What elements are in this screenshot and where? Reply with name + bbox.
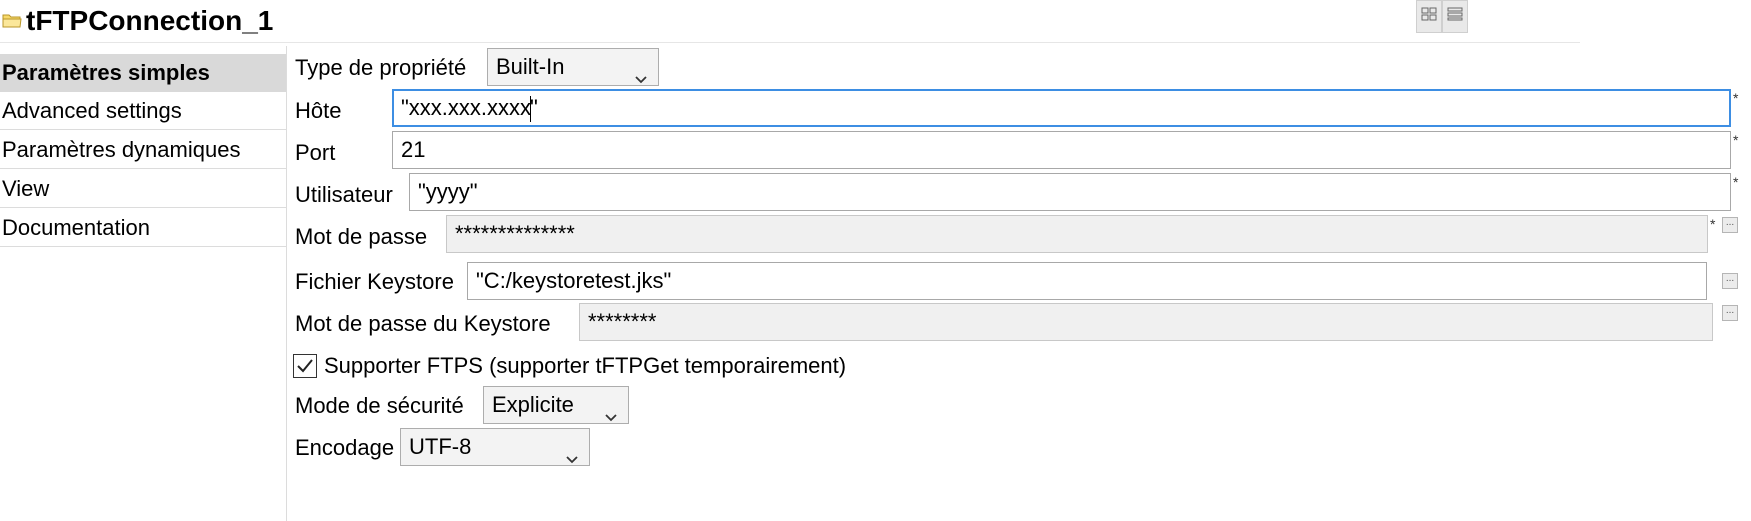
keystore-password-label: Mot de passe du Keystore	[295, 311, 551, 336]
keystore-file-browse-button[interactable]: ...	[1722, 273, 1738, 289]
port-label: Port	[295, 140, 336, 165]
encoding-label: Encodage	[295, 435, 395, 460]
keystore-password-browse-button[interactable]: ...	[1722, 305, 1738, 321]
required-mark: *	[1710, 216, 1716, 232]
security-mode-select[interactable]: Explicite	[483, 386, 629, 424]
host-value-part1: "xxx.xxx.xxxx	[401, 95, 532, 120]
sidebar-divider	[286, 46, 287, 521]
property-type-select[interactable]: Built-In	[487, 48, 659, 86]
port-value: 21	[401, 137, 426, 162]
password-browse-button[interactable]: ...	[1722, 217, 1738, 233]
checkmark-icon	[294, 359, 316, 381]
chevron-down-icon	[565, 441, 579, 464]
user-label: Utilisateur	[295, 182, 393, 207]
required-mark: *	[1733, 132, 1739, 148]
list-layout-button[interactable]	[1442, 0, 1468, 33]
sidebar-item-documentation[interactable]: Documentation	[0, 209, 286, 247]
security-mode-label: Mode de sécurité	[295, 393, 464, 418]
grid-layout-icon	[1421, 7, 1437, 26]
ftps-label[interactable]: Supporter FTPS (supporter tFTPGet tempor…	[324, 350, 846, 382]
keystore-password-field[interactable]: ********	[579, 303, 1713, 341]
security-mode-value: Explicite	[492, 392, 574, 417]
component-title: tFTPConnection_1	[26, 5, 274, 36]
sidebar-item-advanced-settings[interactable]: Advanced settings	[0, 92, 286, 130]
required-mark: *	[1733, 90, 1739, 106]
list-layout-icon	[1447, 7, 1463, 26]
title-bar: tFTPConnection_1	[0, 0, 1580, 43]
folder-icon	[2, 12, 22, 28]
ftps-checkbox[interactable]	[293, 354, 317, 378]
chevron-down-icon	[604, 399, 618, 422]
grid-layout-button[interactable]	[1416, 0, 1442, 33]
required-mark: *	[1733, 174, 1739, 190]
keystore-file-value: "C:/keystoretest.jks"	[476, 268, 672, 293]
keystore-file-input[interactable]: "C:/keystoretest.jks"	[467, 262, 1707, 300]
password-label: Mot de passe	[295, 224, 428, 249]
keystore-file-label: Fichier Keystore	[295, 269, 454, 294]
user-input[interactable]: "yyyy"	[409, 173, 1731, 211]
sidebar-item-basic-settings[interactable]: Paramètres simples	[0, 54, 286, 92]
chevron-down-icon	[634, 61, 648, 84]
host-value-part2: "	[530, 95, 538, 120]
port-input[interactable]: 21	[392, 131, 1731, 169]
property-type-value: Built-In	[496, 54, 565, 79]
sidebar-item-view[interactable]: View	[0, 170, 286, 208]
user-value: "yyyy"	[418, 179, 478, 204]
keystore-password-value: ********	[588, 309, 657, 334]
encoding-select[interactable]: UTF-8	[400, 428, 590, 466]
host-label: Hôte	[295, 98, 342, 123]
password-field[interactable]: **************	[446, 215, 1708, 253]
property-type-label: Type de propriété	[295, 55, 467, 80]
sidebar-item-dynamic-settings[interactable]: Paramètres dynamiques	[0, 131, 286, 169]
host-input[interactable]: "xxx.xxx.xxxx"	[392, 89, 1731, 127]
encoding-value: UTF-8	[409, 434, 472, 459]
password-value: **************	[455, 221, 575, 246]
